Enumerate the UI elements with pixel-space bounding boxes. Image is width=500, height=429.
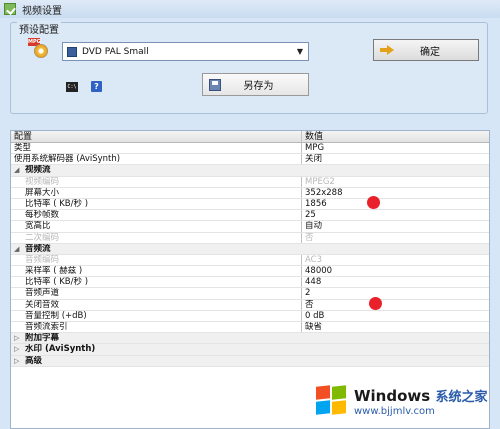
property-value[interactable]: 2 xyxy=(302,288,489,298)
grid-row[interactable]: 音频流索引 缺省 xyxy=(11,322,489,334)
property-value[interactable]: MPG xyxy=(302,143,489,153)
arrow-right-icon xyxy=(380,45,394,55)
preset-group-label: 预设配置 xyxy=(17,21,61,36)
grid-row[interactable]: 音频编码 AC3 xyxy=(11,254,489,267)
property-name: 视频编码 xyxy=(11,176,302,187)
grid-row[interactable]: 类型 MPG xyxy=(11,143,489,155)
grid-category[interactable]: ◢ 音频流 xyxy=(11,243,489,255)
category-name: 音频流 xyxy=(25,243,51,254)
grid-row[interactable]: 屏幕大小 352x288 xyxy=(11,187,489,199)
disc-icon xyxy=(34,44,48,58)
grid-row[interactable]: 音量控制 (+dB) 0 dB xyxy=(11,310,489,322)
property-name: 二次编码 xyxy=(11,232,302,243)
watermark-suffix: 系统之家 xyxy=(435,389,488,405)
red-marker-dot xyxy=(367,196,380,209)
property-value[interactable]: 25 xyxy=(302,210,489,220)
property-value[interactable]: 0 dB xyxy=(302,311,489,321)
column-header-name[interactable]: 配置 xyxy=(11,131,302,142)
property-value[interactable]: 48000 xyxy=(302,266,489,276)
command-line-icon[interactable]: C:\ xyxy=(66,82,78,92)
property-value[interactable]: 1856 xyxy=(302,199,489,209)
grid-category[interactable]: ▷ 水印 (AviSynth) xyxy=(11,344,489,356)
expand-icon[interactable]: ▷ xyxy=(14,333,21,343)
grid-row[interactable]: 宽高比 自动 xyxy=(11,221,489,233)
category-name: 附加字幕 xyxy=(25,333,60,344)
property-value[interactable]: 否 xyxy=(302,300,489,310)
category-label: ▷ 水印 (AviSynth) xyxy=(11,344,489,354)
collapse-icon[interactable]: ◢ xyxy=(14,244,21,254)
grid-row[interactable]: 二次编码否 xyxy=(11,232,489,244)
grid-row[interactable]: 比特率 ( KB/秒 ) 448 xyxy=(11,277,489,289)
preset-selected-value: DVD PAL Small xyxy=(82,46,149,57)
title-bar: 视频设置 xyxy=(0,0,500,18)
property-value: MPEG2 xyxy=(305,176,335,187)
property-name: 使用系统解码器 (AviSynth) xyxy=(11,154,302,165)
property-value[interactable]: 448 xyxy=(302,277,489,287)
grid-row[interactable]: 关闭音效否 xyxy=(11,299,489,311)
property-name: 每秒帧数 xyxy=(11,210,302,221)
property-value[interactable]: 352x288 xyxy=(302,188,489,198)
grid-row[interactable]: 比特率 ( KB/秒 ) 1856 xyxy=(11,198,489,211)
preset-dropdown[interactable]: DVD PAL Small ▼ xyxy=(62,42,309,61)
grid-row[interactable]: 视频编码 MPEG2 xyxy=(11,176,489,188)
grid-header: 配置 数值 xyxy=(11,131,489,143)
grid-row[interactable]: 音频声道 2 xyxy=(11,288,489,300)
help-icon[interactable]: ? xyxy=(91,81,102,92)
category-label: ◢ 音频流 xyxy=(11,244,489,254)
app-icon xyxy=(4,3,16,15)
property-value[interactable]: 自动 xyxy=(302,221,489,231)
property-name: 宽高比 xyxy=(11,221,302,232)
preset-format-icon xyxy=(67,46,77,57)
grid-category[interactable]: ▷ 高级 xyxy=(11,355,489,367)
property-name: 比特率 ( KB/秒 ) xyxy=(11,198,302,210)
grid-category[interactable]: ▷ 附加字幕 xyxy=(11,333,489,345)
red-marker-dot xyxy=(369,297,382,310)
grid-row[interactable]: 使用系统解码器 (AviSynth) 关闭 xyxy=(11,154,489,166)
windows-logo-icon xyxy=(316,385,348,416)
property-name: 音频流索引 xyxy=(11,322,302,333)
save-icon xyxy=(209,78,221,91)
expand-icon[interactable]: ▷ xyxy=(14,344,21,354)
property-name: 比特率 ( KB/秒 ) xyxy=(11,277,302,288)
property-value: AC3 xyxy=(305,254,323,265)
category-label: ▷ 高级 xyxy=(11,356,489,366)
property-name: 类型 xyxy=(11,143,302,154)
property-name: 音频编码 xyxy=(11,254,302,266)
category-name: 高级 xyxy=(25,355,43,366)
category-label: ◢ 视频流 xyxy=(11,165,489,175)
property-name: 采样率 ( 赫兹 ) xyxy=(11,266,302,277)
category-name: 视频流 xyxy=(25,165,51,176)
property-name: 关闭音效 xyxy=(11,299,302,310)
category-label: ▷ 附加字幕 xyxy=(11,333,489,343)
property-name: 音量控制 (+dB) xyxy=(11,310,302,321)
grid-row[interactable]: 采样率 ( 赫兹 ) 48000 xyxy=(11,266,489,278)
property-value[interactable]: 关闭 xyxy=(302,154,489,164)
window-title: 视频设置 xyxy=(22,5,62,17)
save-as-button[interactable]: 另存为 xyxy=(202,73,309,96)
watermark: Windows 系统之家 www.bjjmlv.com xyxy=(316,380,496,422)
watermark-url: www.bjjmlv.com xyxy=(354,405,435,417)
mpg-file-icon: MPG xyxy=(28,38,50,60)
property-value: 否 xyxy=(305,232,314,243)
category-name: 水印 (AviSynth) xyxy=(25,344,96,355)
preset-group: 预设配置 MPG DVD PAL Small ▼ 确定 C:\ ? 另存为 xyxy=(10,21,488,114)
collapse-icon[interactable]: ◢ xyxy=(14,165,21,175)
grid-row[interactable]: 每秒帧数 25 xyxy=(11,210,489,222)
expand-icon[interactable]: ▷ xyxy=(14,356,21,366)
property-value[interactable]: 缺省 xyxy=(302,322,489,332)
grid-body: 类型 MPG 使用系统解码器 (AviSynth) 关闭 ◢ 视频流 视频编码 MPEG2 屏幕… xyxy=(11,143,489,367)
watermark-brand: Windows xyxy=(354,386,431,405)
save-as-button-label: 另存为 xyxy=(243,81,274,92)
property-name: 屏幕大小 xyxy=(11,187,302,198)
ok-button[interactable]: 确定 xyxy=(373,39,479,61)
property-name: 音频声道 xyxy=(11,288,302,299)
ok-button-label: 确定 xyxy=(420,46,440,58)
chevron-down-icon[interactable]: ▼ xyxy=(292,43,308,60)
column-header-value[interactable]: 数值 xyxy=(302,131,489,142)
grid-category[interactable]: ◢ 视频流 xyxy=(11,165,489,177)
